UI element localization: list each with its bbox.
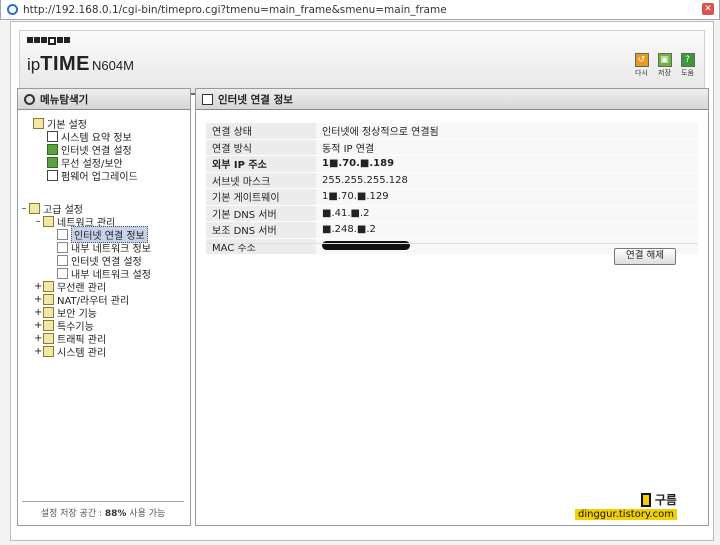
- folder-icon: [43, 293, 54, 305]
- table-row: 기본 게이트웨이 1■.70.■.129: [206, 188, 698, 206]
- save-icon: ▣: [657, 53, 672, 67]
- disconnect-button[interactable]: 연결 해제: [614, 248, 676, 265]
- help-button[interactable]: ? 도움: [679, 53, 696, 78]
- tree-advanced-settings[interactable]: – 고급 설정: [20, 202, 83, 216]
- collapse-icon[interactable]: –: [34, 216, 42, 227]
- page-icon: [57, 241, 68, 253]
- close-icon[interactable]: ✕: [702, 3, 714, 15]
- folder-icon: [43, 345, 54, 357]
- expand-icon[interactable]: +: [34, 333, 42, 344]
- expand-icon[interactable]: +: [34, 294, 42, 305]
- folder-icon: [43, 280, 54, 292]
- refresh-button[interactable]: ↺ 다시: [633, 53, 650, 78]
- tree-item-internet-config[interactable]: 인터넷 연결 설정: [56, 254, 142, 268]
- connection-info-table: 연결 상태 인터넷에 정상적으로 연결됨 연결 방식 동적 IP 연결 외부 IP …: [206, 123, 698, 255]
- router-admin-frame: ip TIME N604M ↺ 다시 ▣ 저장 ? 도움 메뉴탐색기 기본 설정 시…: [10, 21, 714, 541]
- wireless-icon: [47, 156, 58, 168]
- page-icon: [57, 254, 68, 266]
- address-bar[interactable]: http://192.168.0.1/cgi-bin/timepro.cgi?t…: [0, 0, 720, 20]
- table-row: 서브넷 마스크 255.255.255.128: [206, 172, 698, 189]
- tree-security[interactable]: + 보안 기능: [34, 306, 97, 320]
- table-row: 보조 DNS 서버 ■.248.■.2: [206, 221, 698, 239]
- tree-item-system-summary[interactable]: 시스템 요약 정보: [46, 130, 132, 144]
- folder-icon: [43, 319, 54, 331]
- table-row: 연결 방식 동적 IP 연결: [206, 139, 698, 156]
- folder-icon: [43, 306, 54, 318]
- table-row: 외부 IP 주소 1■.70.■.189: [206, 155, 698, 173]
- menu-explorer-title: 메뉴탐색기: [18, 89, 190, 110]
- table-row: 연결 상태 인터넷에 정상적으로 연결됨: [206, 123, 698, 140]
- expand-icon[interactable]: +: [34, 346, 42, 357]
- blog-watermark: 구름 dinggur.tistory.com: [575, 491, 677, 520]
- expand-icon[interactable]: +: [34, 307, 42, 318]
- browser-icon: [7, 4, 18, 15]
- upgrade-icon: [47, 169, 58, 181]
- page-icon: [57, 228, 68, 240]
- folder-icon: [29, 202, 40, 214]
- address-url[interactable]: http://192.168.0.1/cgi-bin/timepro.cgi?t…: [23, 4, 447, 16]
- refresh-icon: ↺: [634, 53, 649, 67]
- internet-info-panel: 인터넷 연결 정보 연결 상태 인터넷에 정상적으로 연결됨 연결 방식 동적 IP…: [195, 88, 709, 526]
- globe-icon: [47, 143, 58, 155]
- tree-basic-settings[interactable]: 기본 설정: [32, 117, 87, 131]
- tree-item-internet-setup[interactable]: 인터넷 연결 설정: [46, 143, 132, 157]
- tree-wireless-management[interactable]: + 무선랜 관리: [34, 280, 106, 294]
- page-icon: [57, 267, 68, 279]
- search-icon: [24, 93, 35, 105]
- tree-system-management[interactable]: + 시스템 관리: [34, 345, 106, 359]
- expand-icon[interactable]: +: [34, 320, 42, 331]
- tree-item-wireless-security[interactable]: 무선 설정/보안: [46, 156, 123, 170]
- tree-item-firmware-upgrade[interactable]: 펌웨어 업그레이드: [46, 169, 138, 183]
- brand-logo-icon: [27, 37, 70, 45]
- chart-icon: [47, 130, 58, 142]
- menu-explorer-panel: 메뉴탐색기 기본 설정 시스템 요약 정보 인터넷 연결 설정 무선 설정/보안…: [17, 88, 191, 526]
- tree-nat-router-management[interactable]: + NAT/라우터 관리: [34, 293, 129, 307]
- brand-name: ip TIME N604M: [27, 53, 134, 75]
- storage-status: 설정 저장 공간 : 88% 사용 가능: [22, 501, 184, 519]
- tree-item-internet-info[interactable]: 인터넷 연결 정보: [56, 225, 148, 243]
- header-toolbar: ↺ 다시 ▣ 저장 ? 도움: [633, 53, 696, 78]
- top-header: ip TIME N604M ↺ 다시 ▣ 저장 ? 도움: [19, 30, 705, 95]
- save-button[interactable]: ▣ 저장: [656, 53, 673, 78]
- expand-icon[interactable]: +: [34, 281, 42, 292]
- table-row: 기본 DNS 서버 ■.41.■.2: [206, 205, 698, 222]
- tree-special-features[interactable]: + 특수기능: [34, 319, 94, 333]
- window-icon: [202, 93, 213, 105]
- help-icon: ?: [680, 53, 695, 67]
- folder-icon: [33, 117, 44, 129]
- table-divider: [206, 243, 698, 244]
- tree-item-lan-config[interactable]: 내부 네트워크 설정: [56, 267, 151, 281]
- tree-traffic-management[interactable]: + 트래픽 관리: [34, 332, 106, 346]
- panel-title: 인터넷 연결 정보: [196, 89, 708, 110]
- folder-icon: [43, 332, 54, 344]
- watermark-logo-icon: [640, 492, 651, 507]
- folder-icon: [43, 215, 54, 227]
- collapse-icon[interactable]: –: [20, 203, 28, 214]
- tree-item-lan-info[interactable]: 내부 네트워크 정보: [56, 241, 151, 255]
